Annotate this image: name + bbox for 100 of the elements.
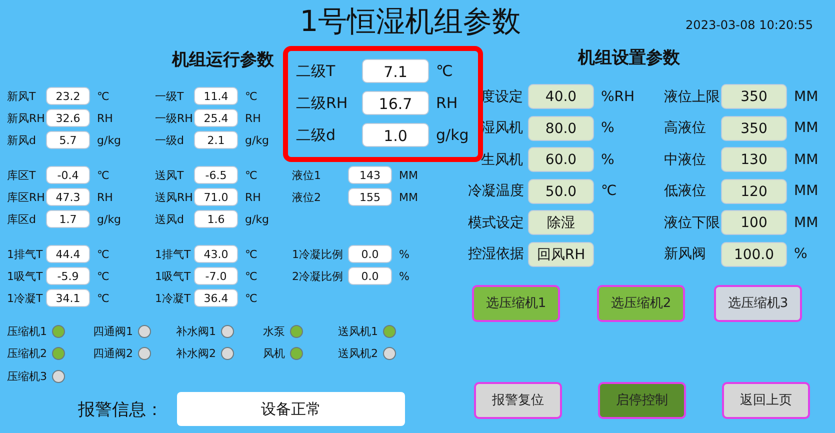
compressor-select-button[interactable]: 选压缩机1 [472,284,560,322]
unit-label: RH [97,112,113,124]
action-button[interactable]: 报警复位 [474,382,562,418]
unit-label: ℃ [245,248,258,260]
field-label: 液位1 [292,168,322,182]
value-field: 34.1 [46,289,90,307]
section-heading: 机组设置参数 [578,47,680,70]
field-label: 液位上限 [664,88,721,106]
field-label: 送风T [155,168,185,182]
action-button[interactable]: 返回上页 [722,382,810,418]
value-field: 44.4 [46,245,90,263]
value-field[interactable]: 80.0 [528,116,594,140]
field-label: 一级d [155,132,185,148]
value-field: 23.2 [46,87,90,105]
value-field[interactable]: 100.0 [721,242,787,266]
value-field[interactable]: 350 [721,116,787,140]
field-label: 二级T [296,62,336,80]
value-field: 25.4 [194,109,238,127]
unit-label: ℃ [97,168,110,182]
field-label: 1冷凝T [7,290,44,306]
unit-label: RH [436,94,458,112]
unit-label: g/kg [97,134,122,146]
value-field: 36.4 [194,289,238,307]
unit-label: MM [399,190,418,204]
field-label: 液位下限 [664,214,721,232]
date-time: 2023-03-08 10:20:55 [686,18,813,32]
value-field[interactable]: 120 [721,178,787,204]
value-field: 32.6 [46,109,90,127]
field-label: 库区RH [7,190,46,204]
value-field[interactable]: 60.0 [528,147,594,172]
field-label: 控湿依据 [468,245,525,263]
value-field: 1.0 [362,123,429,147]
value-field: 11.4 [194,87,238,105]
indicator-label: 补水阀1 [176,324,216,339]
unit-label: %RH [601,88,635,104]
unit-label: % [399,270,410,282]
unit-label: MM [794,152,818,168]
value-field: 155 [348,188,392,206]
value-field: 2.1 [194,131,238,149]
unit-label: ℃ [245,292,258,304]
field-label: 送风RH [155,190,194,204]
field-label: 新风T [7,88,37,104]
value-field[interactable]: 100 [721,210,787,235]
field-label: 生风机 [480,150,524,168]
action-button[interactable]: 启停控制 [598,382,686,418]
value-field: 1.6 [194,210,238,228]
field-label: 1排气T [155,246,192,262]
field-label: 中液位 [664,150,707,168]
value-field[interactable]: 130 [721,147,787,172]
field-label: 1吸气T [155,268,192,284]
value-field[interactable]: 50.0 [528,178,594,204]
value-field[interactable]: 除湿 [528,210,594,235]
unit-label: % [794,246,808,262]
value-field: 0.0 [348,267,392,285]
indicator-label: 送风机2 [338,346,378,362]
value-field: -6.5 [194,166,238,184]
field-label: 低液位 [664,182,707,200]
field-label: 库区d [7,212,37,226]
unit-label: RH [245,190,261,204]
value-field: 16.7 [362,91,429,115]
unit-label: RH [97,190,113,204]
value-field: 7.1 [362,59,429,83]
value-field[interactable]: 回风RH [528,242,594,266]
indicator-label: 送风机1 [338,324,378,339]
unit-label: g/kg [97,212,122,226]
unit-label: RH [245,112,261,124]
field-label: 2冷凝比例 [292,268,344,284]
compressor-select-button[interactable]: 选压缩机2 [597,284,685,322]
unit-label: ℃ [97,90,110,102]
indicator-label: 压缩机1 [7,324,47,339]
value-field: 1.7 [46,210,90,228]
value-field: -7.0 [194,267,238,285]
unit-label: MM [399,168,418,182]
indicator-label: 四通阀2 [93,346,133,362]
field-label: 液位2 [292,190,322,204]
field-label: 新风阀 [664,245,707,263]
field-label: 1冷凝比例 [292,246,344,262]
field-label: 冷凝温度 [468,182,525,200]
screen-title: 1号恒湿机组参数 [300,3,522,40]
unit-label: ℃ [245,168,258,182]
unit-label: MM [794,214,818,230]
unit-label: g/kg [245,134,270,146]
field-label: 模式设定 [468,214,525,232]
compressor-select-button[interactable]: 选压缩机3 [714,284,802,322]
alarm-message-field: 设备正常 [177,392,405,426]
field-label: 二级RH [296,94,349,112]
field-label: 度设定 [480,88,524,106]
unit-label: MM [794,183,818,199]
value-field: -5.9 [46,267,90,285]
field-label: 二级d [296,126,337,144]
unit-label: % [399,248,410,260]
value-field: 5.7 [46,131,90,149]
value-field[interactable]: 40.0 [528,84,594,109]
alarm-label: 报警信息： [78,398,164,420]
indicator-label: 补水阀2 [176,346,216,362]
value-field[interactable]: 350 [721,84,787,109]
field-label: 新风RH [7,110,46,126]
unit-label: ℃ [97,248,110,260]
indicator-label: 风机 [263,346,285,362]
unit-label: MM [794,88,818,104]
